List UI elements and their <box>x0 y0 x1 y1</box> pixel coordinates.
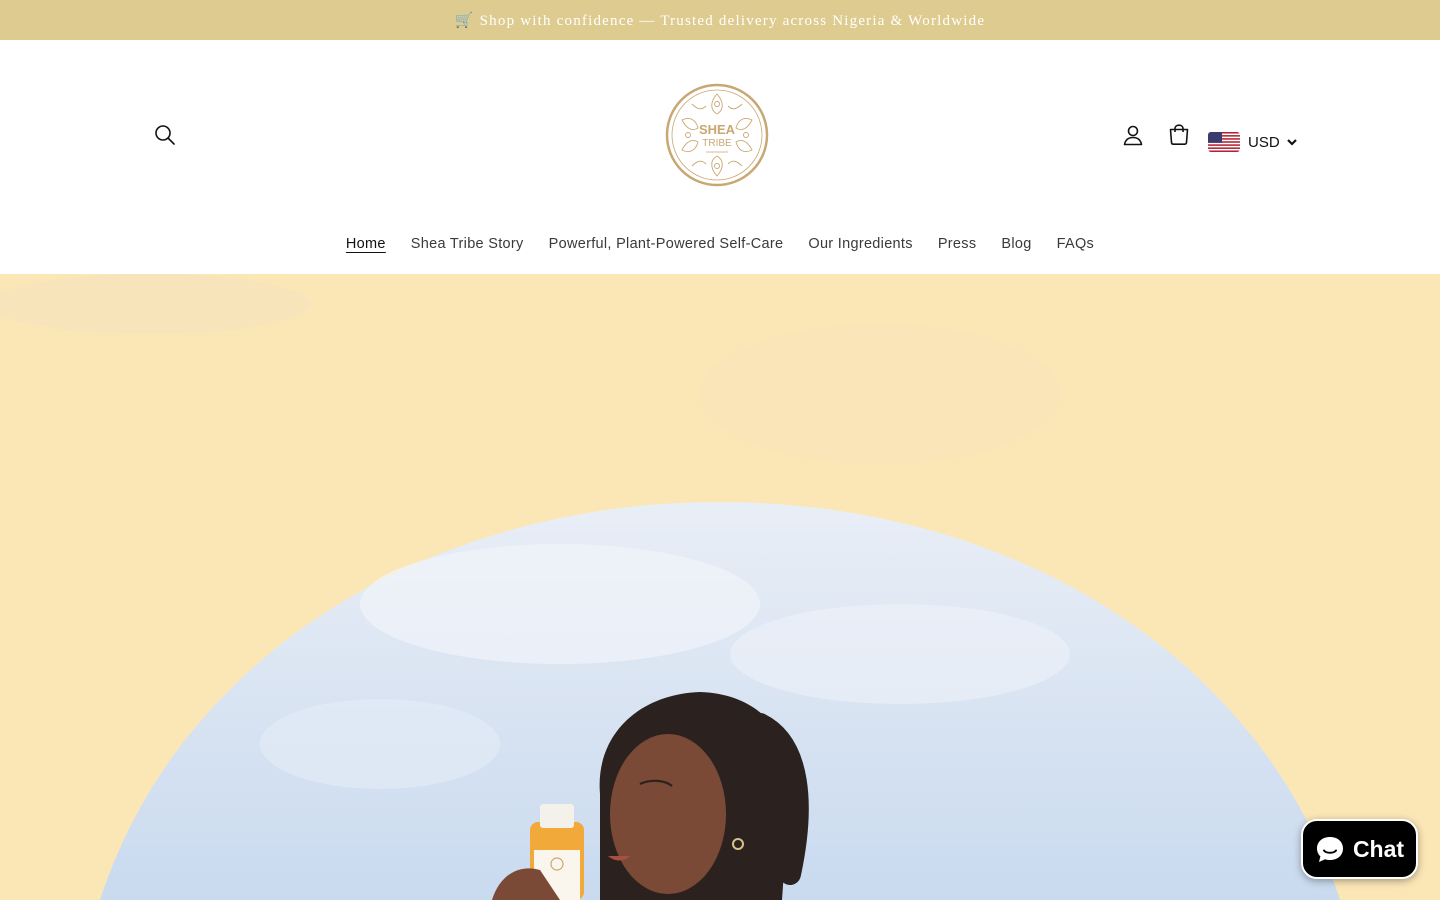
account-button[interactable] <box>1114 116 1152 154</box>
us-flag-icon <box>1208 132 1240 152</box>
cart-button[interactable] <box>1160 116 1198 154</box>
nav-item-press[interactable]: Press <box>938 236 977 252</box>
hero-banner <box>0 274 1440 900</box>
nav-item-self-care[interactable]: Powerful, Plant-Powered Self-Care <box>549 236 784 252</box>
search-icon <box>155 125 175 145</box>
nav-item-shea-tribe-story[interactable]: Shea Tribe Story <box>411 236 524 252</box>
site-header: SHEA TRIBE USD Home Shea Tribe Story Pow… <box>0 40 1440 274</box>
site-logo[interactable]: SHEA TRIBE <box>662 80 772 190</box>
currency-selector[interactable]: USD <box>1208 128 1298 156</box>
nav-item-home[interactable]: Home <box>346 236 386 252</box>
cart-icon <box>1169 124 1189 145</box>
account-icon <box>1123 125 1143 146</box>
search-button[interactable] <box>146 116 184 154</box>
logo-text-tribe: TRIBE <box>702 138 732 149</box>
nav-item-our-ingredients[interactable]: Our Ingredients <box>808 236 912 252</box>
main-nav: Home Shea Tribe Story Powerful, Plant-Po… <box>0 230 1440 258</box>
announcement-text: 🛒 Shop with confidence — Trusted deliver… <box>454 12 986 29</box>
nav-item-faqs[interactable]: FAQs <box>1057 236 1094 252</box>
hero-image <box>0 274 1440 900</box>
nav-item-blog[interactable]: Blog <box>1001 236 1031 252</box>
chevron-down-icon <box>1286 139 1297 146</box>
currency-code: USD <box>1248 133 1280 151</box>
chat-bubble-icon <box>1316 837 1343 862</box>
logo-text-shea: SHEA <box>699 122 736 137</box>
chat-label: Chat <box>1352 835 1405 862</box>
announcement-bar: 🛒 Shop with confidence — Trusted deliver… <box>0 0 1440 40</box>
chat-button[interactable]: Chat <box>1301 819 1418 879</box>
